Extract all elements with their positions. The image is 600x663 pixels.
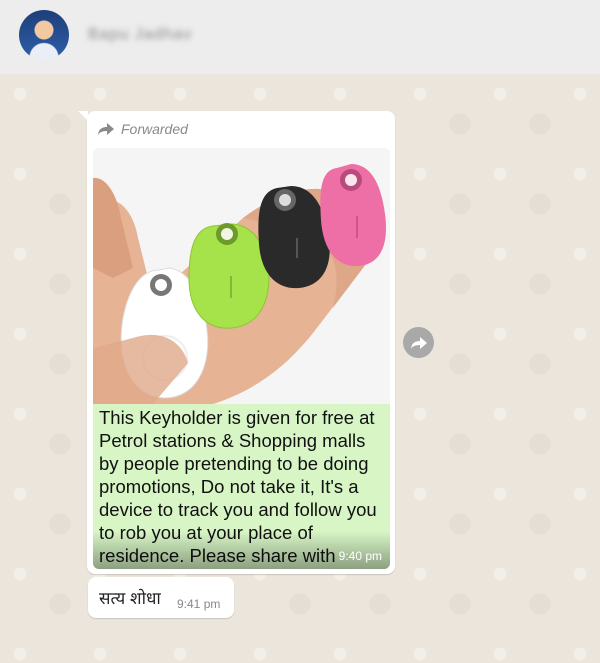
green-tracker — [188, 223, 270, 329]
contact-name[interactable]: Bapu Jadhav — [88, 26, 192, 44]
forwarded-label: Forwarded — [121, 121, 188, 137]
forward-message-button[interactable] — [403, 327, 434, 358]
keychain-trackers-photo — [93, 148, 390, 404]
forward-arrow-icon — [97, 122, 115, 136]
message-text: सत्य शोधा — [99, 589, 161, 608]
chat-header: Bapu Jadhav — [0, 0, 600, 75]
share-forward-icon — [410, 336, 427, 349]
text-message[interactable]: सत्य शोधा 9:41 pm — [88, 577, 234, 618]
forwarded-image-message[interactable]: Forwarded This Keyholder is given for fr… — [87, 111, 395, 574]
message-timestamp: 9:40 pm — [338, 549, 382, 563]
contact-avatar[interactable] — [19, 10, 69, 60]
message-timestamp: 9:41 pm — [177, 597, 221, 611]
image-attachment[interactable]: This Keyholder is given for free at Petr… — [93, 148, 390, 569]
forwarded-indicator: Forwarded — [97, 121, 188, 137]
